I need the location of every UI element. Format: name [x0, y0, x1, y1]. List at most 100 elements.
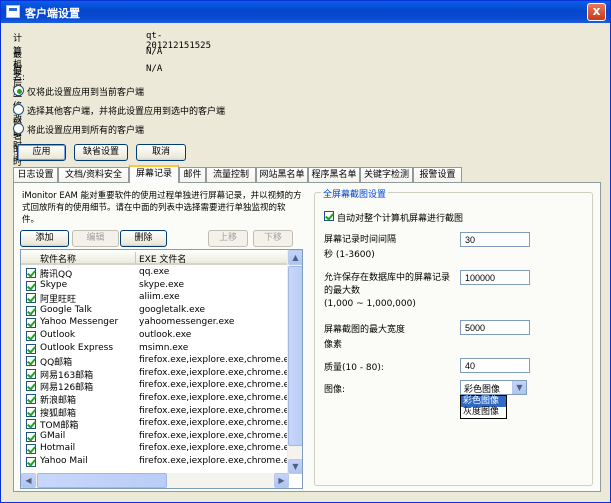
cancel-button[interactable]: 取消: [136, 144, 186, 161]
table-row[interactable]: Google Talk googletalk.exe: [21, 305, 289, 317]
exe-filename: firefox.exe,iexplore.exe,chrome.exe,o...: [139, 405, 289, 416]
title-bar[interactable]: 客户端设置 x: [1, 1, 610, 23]
row-checkbox[interactable]: [26, 318, 36, 329]
max-count-label-2: 的最大数: [324, 286, 361, 296]
hscroll-thumb[interactable]: [37, 473, 167, 488]
table-row[interactable]: 新浪邮箱 firefox.exe,iexplore.exe,chrome.exe,…: [21, 393, 289, 406]
scope-option-label: 仅将此设置应用到当前客户端: [27, 88, 145, 98]
apply-button[interactable]: 应用: [17, 144, 66, 161]
column-header-exe[interactable]: EXE 文件名: [139, 252, 186, 265]
max-count-input[interactable]: [460, 270, 530, 285]
table-row[interactable]: 腾讯QQ qq.exe: [21, 267, 289, 280]
interval-label: 屏幕记录时间间隔: [324, 235, 397, 245]
table-row[interactable]: 网易126邮箱 firefox.exe,iexplore.exe,chrome.e…: [21, 380, 289, 393]
edit-button[interactable]: 编辑: [72, 230, 119, 247]
auto-capture-checkbox[interactable]: [324, 211, 334, 221]
table-row[interactable]: TOM邮箱 firefox.exe,iexplore.exe,chrome.exe…: [21, 418, 289, 431]
max-count-label: 允许保存在数据库中的屏幕记录: [324, 273, 451, 283]
max-width-input[interactable]: [460, 320, 530, 335]
fullscreen-capture-group: 全屏幕截图设置 自动对整个计算机屏幕进行截图 屏幕记录时间间隔 秒 (1-360…: [314, 187, 593, 486]
tab-keyword-detection[interactable]: 关键字检测: [360, 167, 413, 182]
tab-traffic-control[interactable]: 流量控制: [206, 167, 256, 182]
add-button[interactable]: 添加: [20, 230, 69, 247]
table-row[interactable]: Outlook Express msimn.exe: [21, 343, 289, 355]
row-checkbox[interactable]: [26, 331, 36, 341]
scroll-right-icon[interactable]: ▶: [274, 473, 289, 488]
close-button[interactable]: x: [587, 3, 606, 21]
exe-filename: qq.exe: [139, 267, 170, 277]
exe-filename: firefox.exe,iexplore.exe,chrome.exe,o...: [139, 430, 289, 441]
image-type-select[interactable]: 彩色图像 ▼: [460, 380, 527, 395]
row-checkbox[interactable]: [26, 280, 36, 291]
default-settings-button[interactable]: 缺省设置: [74, 144, 128, 161]
row-checkbox[interactable]: [26, 406, 36, 417]
row-checkbox[interactable]: [26, 444, 36, 455]
tab-program-blacklist[interactable]: 程序黑名单: [308, 167, 360, 182]
move-down-button[interactable]: 下移: [253, 230, 293, 247]
table-row[interactable]: Yahoo Mail firefox.exe,iexplore.exe,chrom…: [21, 456, 289, 468]
exe-filename: firefox.exe,iexplore.exe,chrome.exe,o...: [139, 418, 289, 429]
scroll-down-icon[interactable]: ▼: [288, 459, 302, 474]
software-name: 新浪邮箱: [40, 396, 77, 406]
scroll-left-icon[interactable]: ◀: [21, 473, 36, 488]
software-name: Yahoo Messenger: [40, 317, 119, 328]
quality-input[interactable]: [460, 358, 530, 373]
image-label: 图像:: [324, 385, 346, 395]
exe-filename: msimn.exe: [139, 342, 189, 353]
table-row[interactable]: 阿里旺旺 aliim.exe: [21, 292, 289, 305]
software-name: Skype: [40, 279, 68, 290]
horizontal-scrollbar[interactable]: ◀ ▶: [21, 473, 289, 488]
radio-button[interactable]: [13, 123, 24, 134]
row-checkbox[interactable]: [26, 368, 36, 379]
row-checkbox[interactable]: [26, 419, 36, 430]
column-header-name[interactable]: 软件名称: [40, 252, 76, 265]
interval-input[interactable]: [460, 232, 530, 247]
image-option-color[interactable]: 彩色图像: [461, 396, 506, 407]
exe-filename: firefox.exe,iexplore.exe,chrome.exe,o...: [139, 355, 289, 366]
row-checkbox[interactable]: [26, 268, 36, 278]
scroll-thumb[interactable]: [288, 266, 302, 446]
image-option-gray[interactable]: 灰度图像: [461, 407, 506, 418]
table-row[interactable]: Skype skype.exe: [21, 280, 289, 292]
radio-button[interactable]: [13, 104, 24, 115]
move-up-button[interactable]: 上移: [208, 230, 248, 247]
scroll-up-icon[interactable]: ▲: [288, 250, 302, 265]
max-width-label: 屏幕截图的最大宽度: [324, 325, 406, 335]
software-list[interactable]: 软件名称 EXE 文件名 腾讯QQ qq.exe Skype skype.exe 阿里旺…: [20, 249, 303, 489]
row-checkbox[interactable]: [26, 305, 36, 316]
table-row[interactable]: Outlook outlook.exe: [21, 330, 289, 342]
row-checkbox[interactable]: [26, 356, 36, 367]
screen-record-description: iMonitor EAM 能对重要软件的使用过程单独进行屏幕记录，并以视频的方式…: [22, 191, 302, 225]
vertical-scrollbar[interactable]: ▲ ▼: [287, 250, 302, 474]
tab-screen-record[interactable]: 屏幕记录: [129, 165, 179, 183]
row-checkbox[interactable]: [26, 457, 36, 467]
chevron-down-icon[interactable]: ▼: [512, 381, 526, 394]
software-name: Google Talk: [40, 304, 92, 315]
table-row[interactable]: QQ邮箱 firefox.exe,iexplore.exe,chrome.exe,…: [21, 355, 289, 368]
row-checkbox[interactable]: [26, 343, 36, 354]
column-divider[interactable]: [135, 252, 136, 263]
table-row[interactable]: GMail firefox.exe,iexplore.exe,chrome.exe…: [21, 431, 289, 443]
exe-filename: firefox.exe,iexplore.exe,chrome.exe,o...: [139, 380, 289, 391]
row-checkbox[interactable]: [26, 293, 36, 304]
tab-log-settings[interactable]: 日志设置: [13, 167, 58, 182]
exe-filename: skype.exe: [139, 279, 184, 290]
interval-unit: 秒 (1-3600): [324, 250, 375, 260]
exe-filename: yahoomessenger.exe: [139, 317, 235, 328]
tab-alarm-settings[interactable]: 报警设置: [413, 167, 462, 182]
delete-button[interactable]: 删除: [120, 230, 167, 247]
radio-button[interactable]: [13, 85, 24, 96]
table-row[interactable]: Hotmail firefox.exe,iexplore.exe,chrome.e…: [21, 443, 289, 455]
software-name: GMail: [40, 430, 66, 441]
table-row[interactable]: 网易163邮箱 firefox.exe,iexplore.exe,chrome.e…: [21, 368, 289, 381]
row-checkbox[interactable]: [26, 394, 36, 404]
tab-document-security[interactable]: 文档/资料安全: [58, 167, 129, 182]
software-name: 网易163邮箱: [40, 370, 94, 381]
row-checkbox[interactable]: [26, 431, 36, 442]
tab-email[interactable]: 邮件: [179, 167, 206, 182]
last-deployed-value: N/A: [146, 64, 163, 74]
table-row[interactable]: Yahoo Messenger yahoomessenger.exe: [21, 317, 289, 329]
table-row[interactable]: 搜狐邮箱 firefox.exe,iexplore.exe,chrome.exe,…: [21, 405, 289, 419]
row-checkbox[interactable]: [26, 381, 36, 392]
tab-website-blacklist[interactable]: 网站黑名单: [256, 167, 308, 182]
